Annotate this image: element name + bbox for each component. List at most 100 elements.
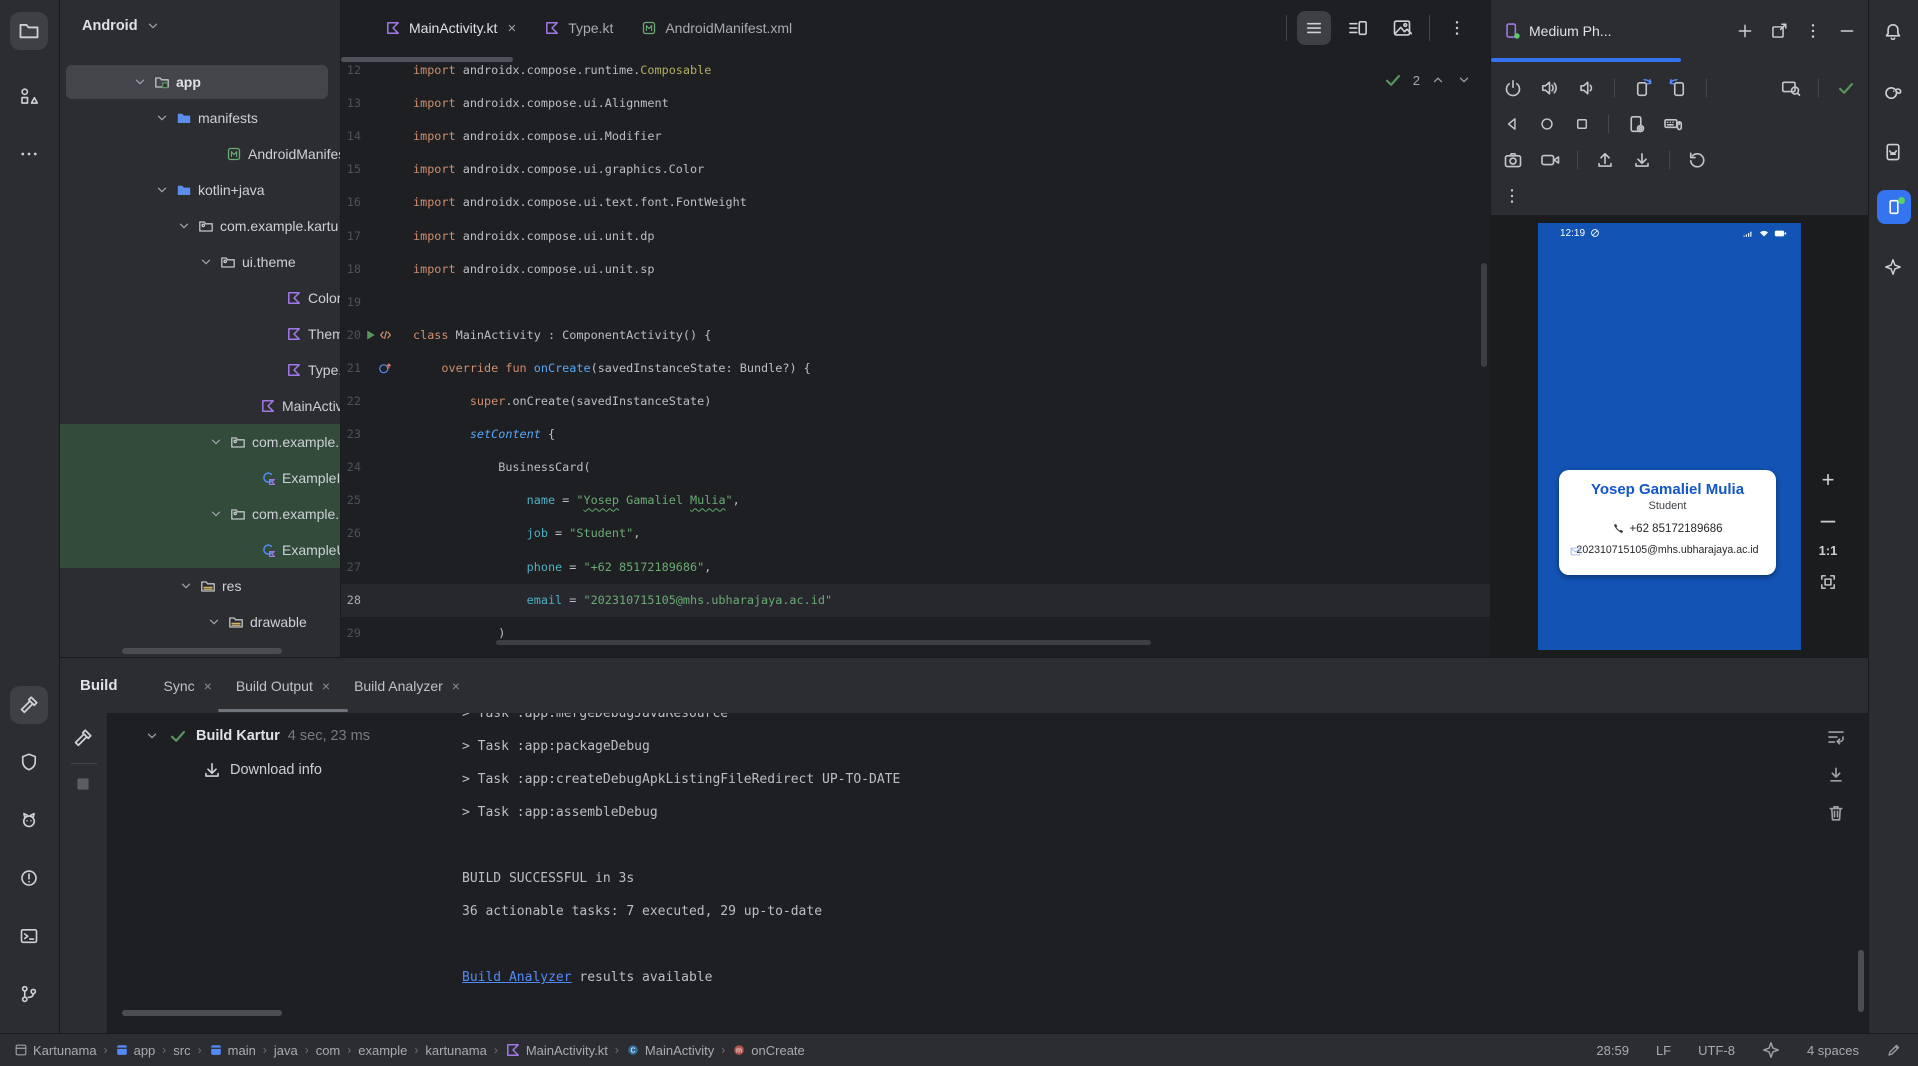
code-view-button[interactable] — [1297, 11, 1331, 45]
breadcrumb-kartunama[interactable]: Kartunama — [14, 1043, 97, 1058]
camera-button[interactable] — [1503, 150, 1523, 170]
tree-item-type-kt[interactable]: Type.kt — [60, 352, 340, 388]
zoom-out-button[interactable]: – — [1813, 504, 1843, 534]
running-devices-strip-button[interactable] — [1877, 190, 1911, 224]
tree-item-app[interactable]: app — [60, 64, 340, 100]
scroll-to-end-button[interactable] — [1826, 765, 1846, 785]
overview-square-button[interactable] — [1573, 115, 1591, 133]
readonly-toggle-icon[interactable] — [1886, 1042, 1902, 1058]
build-tree-horizontal-scrollbar[interactable] — [122, 1010, 282, 1016]
upload-button[interactable] — [1595, 150, 1615, 170]
editor-tab-mainactivity-kt[interactable]: MainActivity.kt× — [371, 0, 530, 56]
tool-strip-bell[interactable] — [1883, 22, 1903, 42]
breadcrumb-oncreate[interactable]: monCreate — [732, 1043, 804, 1058]
breadcrumb-java[interactable]: java — [274, 1043, 298, 1058]
close-tab-icon[interactable]: × — [322, 678, 330, 694]
project-view-selector[interactable]: Android — [82, 18, 161, 34]
tree-item-com-example-kartu[interactable]: com.example.kartu — [60, 208, 340, 244]
zoom-fit-button[interactable] — [1813, 567, 1843, 597]
breadcrumb-main[interactable]: main — [209, 1043, 256, 1058]
tree-item-com-example-kartu[interactable]: com.example.kartu — [60, 496, 340, 532]
code-viewport[interactable]: 12import androidx.compose.runtime.Compos… — [341, 0, 1490, 657]
stop-button[interactable] — [74, 775, 92, 793]
markup-tag-icon[interactable] — [378, 328, 393, 343]
back-button[interactable] — [1503, 115, 1521, 133]
tool-strip-build-hammer[interactable] — [10, 686, 48, 724]
editor-vertical-scrollbar[interactable] — [1481, 263, 1487, 367]
run-play-icon[interactable] — [363, 328, 378, 343]
console-vertical-scrollbar[interactable] — [1858, 950, 1864, 1012]
split-view-button[interactable] — [1341, 11, 1375, 45]
chevron-down-icon[interactable] — [144, 728, 160, 744]
tree-item-exampleinstrun[interactable]: ExampleInstrun — [60, 460, 340, 496]
emulator-screen[interactable]: 12:19 Yosep Gamaliel Mulia Student +62 8… — [1538, 223, 1801, 650]
rotate-left-button[interactable] — [1632, 78, 1652, 98]
indent-setting[interactable]: 4 spaces — [1807, 1043, 1859, 1058]
tool-strip-logcat[interactable] — [19, 810, 39, 830]
close-tab-icon[interactable]: × — [507, 20, 516, 37]
close-tab-icon[interactable]: × — [204, 678, 212, 694]
caret-position[interactable]: 28:59 — [1596, 1043, 1629, 1058]
open-in-window-icon[interactable] — [1770, 22, 1788, 40]
close-tab-icon[interactable]: × — [452, 678, 460, 694]
next-problem-icon[interactable] — [1456, 72, 1472, 88]
power-button[interactable] — [1503, 78, 1523, 98]
screen-record-button[interactable] — [1540, 150, 1560, 170]
breadcrumb-kartunama[interactable]: kartunama — [425, 1043, 486, 1058]
build-tree-child-row[interactable]: Download info — [202, 760, 322, 780]
tree-item-mainactivity-kt[interactable]: MainActivity.kt — [60, 388, 340, 424]
tree-item-kotlin-java[interactable]: kotlin+java — [60, 172, 340, 208]
tool-strip-more-horizontal[interactable] — [19, 144, 39, 164]
tool-strip-ai-sparkle[interactable] — [1884, 258, 1902, 276]
editor-top-scrollbar[interactable] — [341, 57, 513, 62]
editor-tab-androidmanifest-xml[interactable]: AndroidManifest.xml — [627, 0, 806, 56]
clear-all-button[interactable] — [1826, 803, 1846, 823]
build-tab-sync[interactable]: Sync× — [152, 658, 224, 714]
tree-item-exampleunitte[interactable]: ExampleUnitTe — [60, 532, 340, 568]
editor-tab-type-kt[interactable]: Type.kt — [530, 0, 627, 56]
tree-item-androidmanifest-x[interactable]: AndroidManifest.x — [60, 136, 340, 172]
build-tree-root-row[interactable]: Build Kartur 4 sec, 23 ms — [144, 726, 370, 746]
tool-strip-resource-manager[interactable] — [19, 86, 39, 106]
editor-horizontal-scrollbar[interactable] — [496, 640, 1151, 645]
device-settings-button[interactable] — [1626, 114, 1646, 134]
hardware-input-button[interactable] — [1663, 114, 1683, 134]
editor-options-kebab-icon[interactable] — [1440, 11, 1474, 45]
zoom-ratio-button[interactable]: 1:1 — [1819, 543, 1838, 558]
tool-strip-terminal[interactable] — [19, 926, 39, 946]
tree-item-color-kt[interactable]: Color.kt — [60, 280, 340, 316]
inspections-widget[interactable]: 2 — [1383, 70, 1472, 90]
ai-sparkle-icon[interactable] — [1762, 1041, 1780, 1059]
file-encoding[interactable]: UTF-8 — [1698, 1043, 1735, 1058]
zoom-in-button[interactable]: + — [1813, 465, 1843, 495]
build-filter-hammer-icon[interactable] — [72, 727, 94, 749]
tree-item-drawable[interactable]: drawable — [60, 604, 340, 640]
build-analyzer-link[interactable]: Build Analyzer — [462, 970, 572, 985]
tool-strip-device-manager[interactable] — [1883, 142, 1903, 162]
volume-up-button[interactable] — [1540, 78, 1560, 98]
screen-search-button[interactable] — [1781, 78, 1801, 98]
volume-down-button[interactable] — [1577, 78, 1597, 98]
rotate-right-button[interactable] — [1669, 78, 1689, 98]
breadcrumb-src[interactable]: src — [173, 1043, 190, 1058]
breadcrumb-mainactivity-kt[interactable]: MainActivity.kt — [505, 1042, 608, 1058]
breadcrumb-mainactivity[interactable]: CMainActivity — [626, 1043, 714, 1058]
device-tab[interactable]: Medium Ph... — [1503, 0, 1621, 62]
breadcrumb-app[interactable]: app — [115, 1043, 156, 1058]
build-tab-build-analyzer[interactable]: Build Analyzer× — [342, 658, 472, 714]
line-separator[interactable]: LF — [1656, 1043, 1671, 1058]
tree-item-ui-theme[interactable]: ui.theme — [60, 244, 340, 280]
tree-item-manifests[interactable]: manifests — [60, 100, 340, 136]
tool-strip-project-folder[interactable] — [10, 12, 48, 50]
project-horizontal-scrollbar[interactable] — [122, 648, 282, 654]
build-tab-build-output[interactable]: Build Output× — [224, 658, 342, 714]
design-view-button[interactable] — [1385, 11, 1419, 45]
tool-strip-git-branch[interactable] — [19, 984, 39, 1004]
check-green-button[interactable] — [1836, 78, 1856, 98]
breadcrumb-com[interactable]: com — [316, 1043, 341, 1058]
download-button[interactable] — [1632, 150, 1652, 170]
device-menu-kebab-icon[interactable] — [1804, 22, 1822, 40]
prev-problem-icon[interactable] — [1430, 72, 1446, 88]
home-button[interactable] — [1538, 115, 1556, 133]
tool-strip-gradle[interactable] — [1883, 82, 1903, 102]
